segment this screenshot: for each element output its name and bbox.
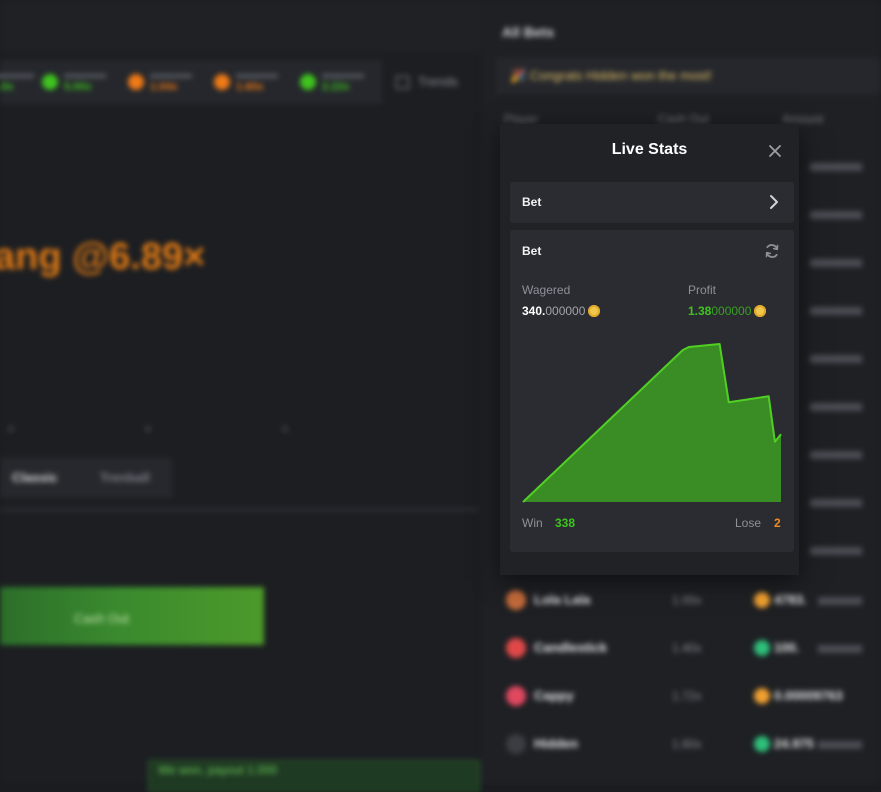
amount-placeholder	[810, 355, 862, 363]
stats-type-selector[interactable]: Bet	[510, 182, 794, 223]
amount-placeholder	[818, 741, 862, 749]
close-button[interactable]	[765, 141, 785, 161]
coin-icon	[754, 736, 770, 752]
amount-placeholder	[810, 163, 862, 171]
player-name: Hidden	[534, 736, 579, 751]
history-value: 1.04x	[150, 81, 178, 93]
live-stats-modal: Live Stats Bet Bet Wagered 340.000000 Pr…	[500, 124, 799, 575]
history-bar	[0, 74, 34, 78]
axis-dot	[145, 426, 151, 432]
profit-area	[523, 344, 781, 502]
avatar	[506, 638, 526, 658]
coin-icon	[754, 640, 770, 656]
history-bar	[150, 74, 192, 78]
bet-amount: 100.	[774, 640, 800, 655]
bet-amount: 0.00009763	[774, 688, 843, 703]
avatar	[506, 686, 526, 706]
history-value: 2.22x	[322, 81, 350, 93]
amount-placeholder	[810, 403, 862, 411]
player-name: Lola Lala	[534, 592, 591, 607]
bet-row: Cappy 1.72x 0.00009763	[500, 678, 881, 718]
multiplier-history: ...0x 5.00x 1.04x 1.60x 2.22x	[0, 60, 382, 104]
modal-title: Live Stats	[611, 141, 688, 158]
player-multiplier: 1.40x	[672, 641, 702, 655]
all-bets-title: All Bets	[502, 24, 555, 40]
player-multiplier: 1.72x	[672, 689, 702, 703]
axis-dot	[8, 426, 14, 432]
player-name: Cappy	[534, 688, 574, 703]
history-value: ...0x	[0, 81, 14, 93]
profit-value-decimals: 000000	[711, 304, 752, 318]
tab-trenball[interactable]: Trenball	[100, 470, 150, 485]
avatar	[506, 590, 526, 610]
bet-amount: 24.975	[774, 736, 814, 751]
divider	[0, 508, 478, 511]
close-icon	[769, 145, 781, 157]
amount-placeholder	[810, 499, 862, 507]
amount-placeholder	[810, 547, 862, 555]
history-value: 5.00x	[64, 81, 92, 93]
history-bar	[322, 74, 364, 78]
coin-icon	[754, 305, 767, 317]
chevron-right-icon	[770, 195, 778, 209]
lose-label: Lose	[735, 516, 762, 530]
profit-label: Profit	[688, 283, 717, 297]
stats-card: Bet Wagered 340.000000 Profit 1.38000000…	[510, 230, 794, 552]
game-area	[0, 0, 478, 784]
amount-placeholder	[818, 597, 862, 605]
history-dot	[300, 74, 316, 90]
trends-icon	[396, 76, 409, 89]
player-multiplier: 1.00x	[672, 593, 702, 607]
wagered-label: Wagered	[522, 283, 571, 297]
bet-row: Hidden 1.60x 24.975	[500, 726, 881, 766]
bet-amount: 4783.	[774, 592, 807, 607]
amount-placeholder	[818, 645, 862, 653]
card-title: Bet	[522, 244, 542, 258]
player-multiplier: 1.60x	[672, 737, 702, 751]
cash-out-button[interactable]	[0, 587, 264, 645]
congrats-text: 🎉 Congrats Hidden won the most!	[510, 68, 712, 83]
avatar	[506, 734, 526, 754]
profit-value-integer: 1.38	[688, 304, 712, 318]
wagered-value-decimals: 000000	[545, 304, 586, 318]
crash-multiplier: ang @6.89×	[0, 236, 206, 278]
coin-icon	[588, 305, 601, 317]
profit-chart	[522, 343, 782, 503]
history-value: 1.60x	[236, 81, 264, 93]
amount-placeholder	[810, 211, 862, 219]
lose-count: 2	[774, 516, 781, 530]
wagered-value-integer: 340.	[522, 304, 546, 318]
history-dot	[128, 74, 144, 90]
win-count: 338	[555, 516, 576, 530]
amount-placeholder	[810, 307, 862, 315]
history-dot	[42, 74, 58, 90]
history-bar	[64, 74, 106, 78]
axis-dot	[282, 426, 288, 432]
chat-message-text: We won, payout 1.000	[158, 763, 278, 777]
coin-icon	[754, 688, 770, 704]
refresh-button[interactable]	[762, 241, 782, 261]
mode-tabs: Classic Trenball	[0, 458, 172, 498]
refresh-icon	[765, 244, 779, 258]
tab-classic[interactable]: Classic	[12, 470, 58, 485]
cash-out-label: Cash Out	[74, 611, 129, 626]
history-bar	[236, 74, 278, 78]
bet-row: Lola Lala 1.00x 4783.	[500, 582, 881, 622]
wagered-value: 340.000000	[522, 304, 601, 318]
trends-button[interactable]: Trends	[418, 74, 458, 89]
history-dot	[214, 74, 230, 90]
amount-placeholder	[810, 259, 862, 267]
amount-placeholder	[810, 451, 862, 459]
coin-icon	[754, 592, 770, 608]
profit-value: 1.38000000	[688, 304, 767, 318]
player-name: Candlestick	[534, 640, 607, 655]
selector-label: Bet	[522, 195, 542, 209]
win-label: Win	[522, 516, 543, 530]
bet-row: Candlestick 1.40x 100.	[500, 630, 881, 670]
